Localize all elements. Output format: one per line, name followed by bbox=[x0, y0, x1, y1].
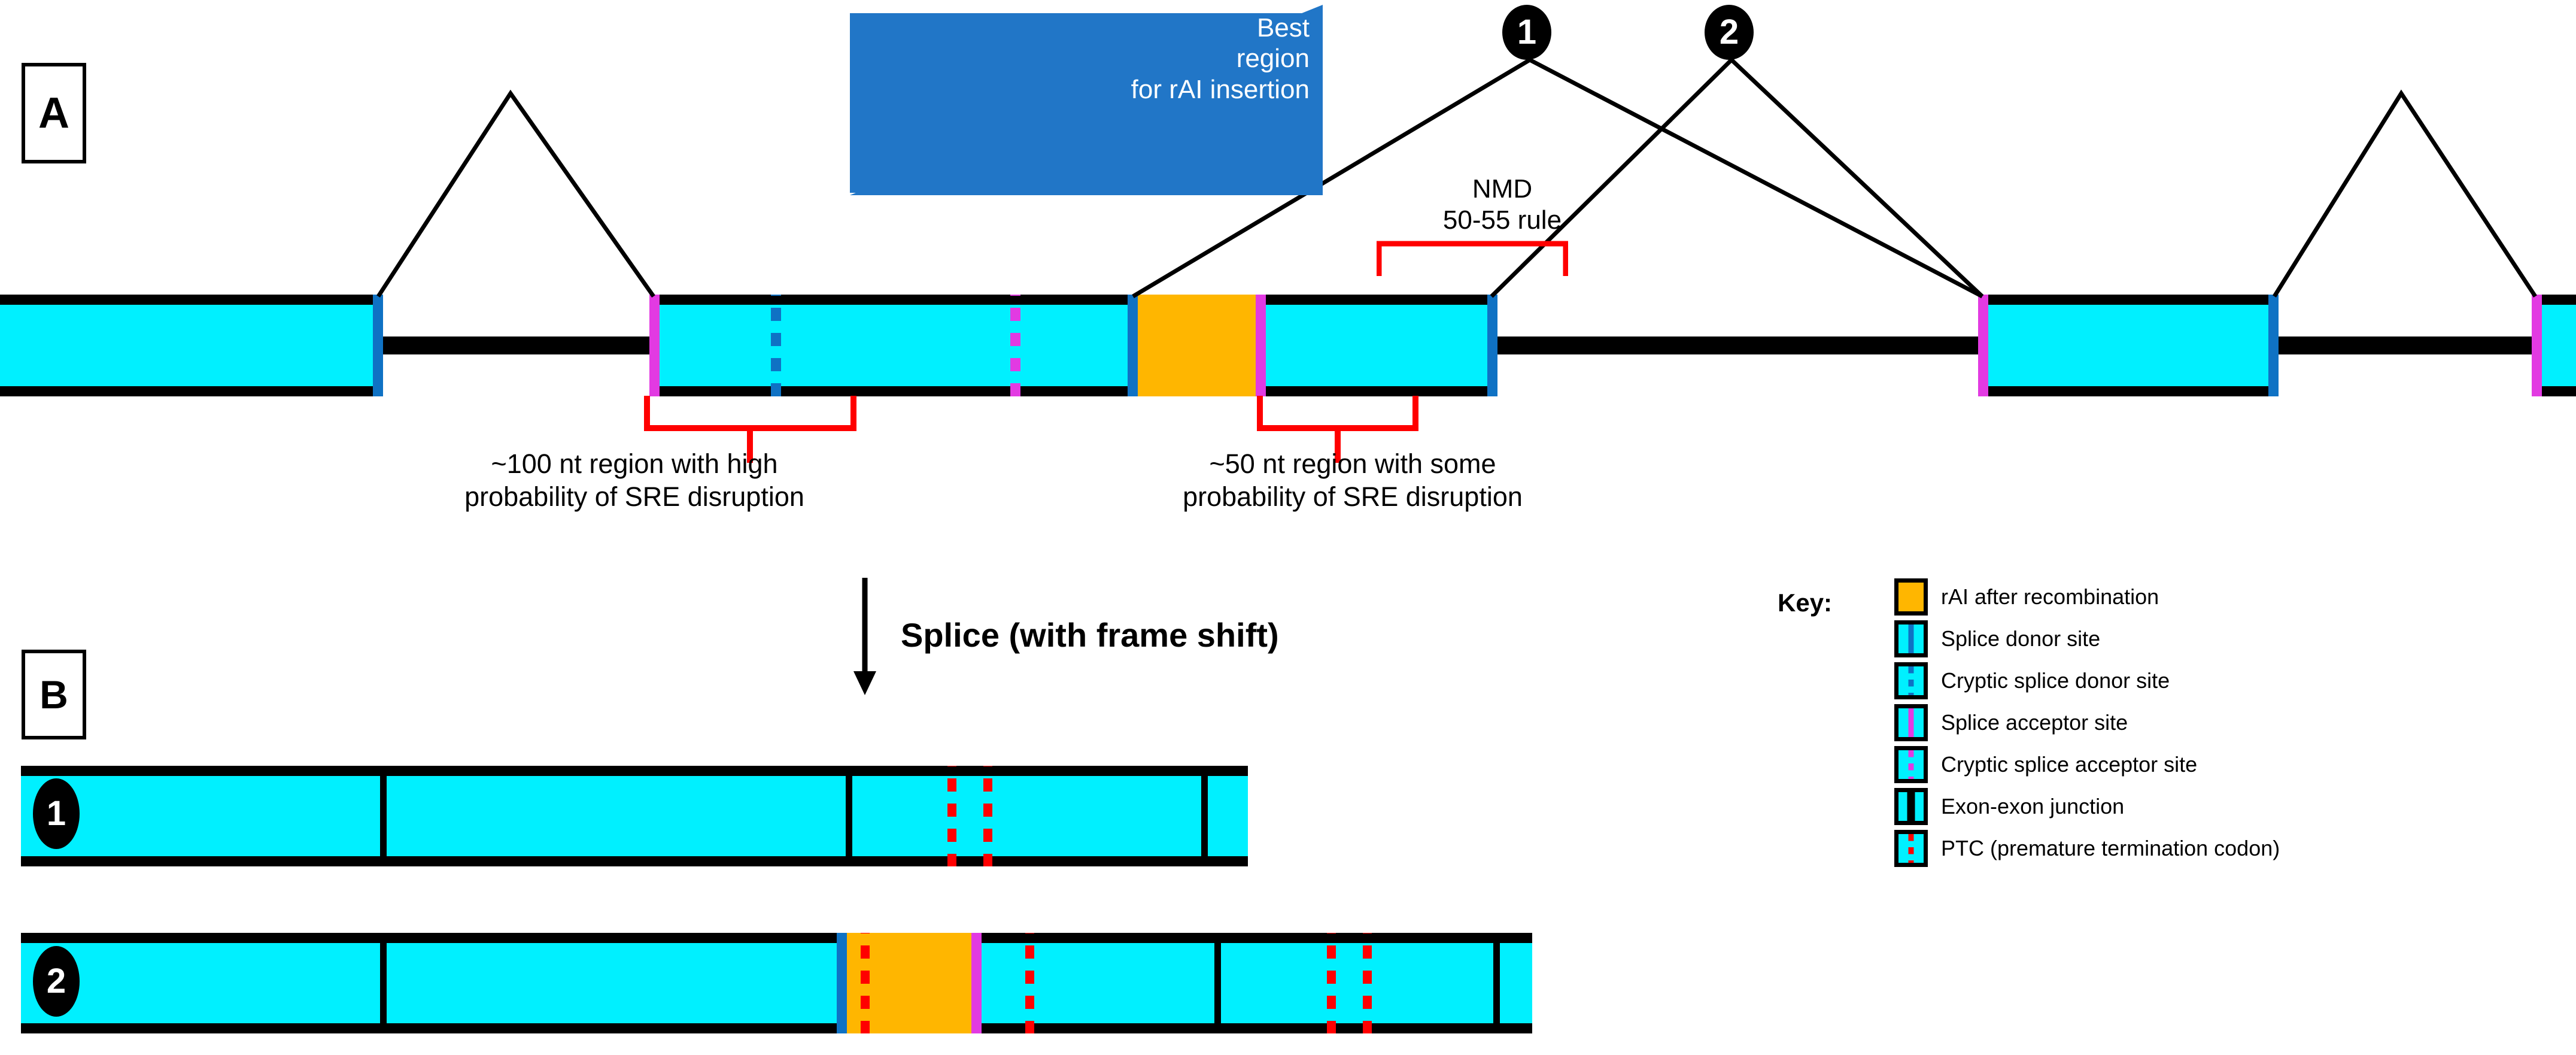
caption-50nt: ~50 nt region with some probability of S… bbox=[1053, 448, 1652, 514]
key-item-splice-donor-label: Splice donor site bbox=[1941, 626, 2101, 651]
exon-exon-junction-t2-b bbox=[1214, 933, 1221, 1033]
splice-label-text: Splice (with frame shift) bbox=[901, 616, 1279, 654]
ptc-marker-t1-left bbox=[947, 766, 956, 866]
ptc-marker-t2-pair-left bbox=[1327, 933, 1336, 1033]
badge-transcript-1-number: 1 bbox=[46, 794, 66, 833]
badge-splice-1: 1 bbox=[1502, 5, 1551, 60]
key-item-exon-junction: Exon-exon junction bbox=[1894, 788, 2571, 825]
badge-splice-2: 2 bbox=[1705, 5, 1754, 60]
key-item-exon-junction-label: Exon-exon junction bbox=[1941, 794, 2125, 818]
badge-transcript-1: 1 bbox=[33, 778, 80, 849]
badge-transcript-2-number: 2 bbox=[46, 962, 66, 1001]
caption-50nt-line-1: ~50 nt region with some bbox=[1209, 448, 1496, 479]
badge-1-number: 1 bbox=[1517, 13, 1537, 51]
ptc-marker-t2-in-rai bbox=[861, 933, 870, 1033]
splice-acceptor-t2 bbox=[971, 933, 982, 1033]
key-item-cryptic-acceptor-label: Cryptic splice acceptor site bbox=[1941, 752, 2198, 777]
splice-donor-t2 bbox=[837, 933, 847, 1033]
key-item-splice-acceptor: Splice acceptor site bbox=[1894, 704, 2571, 741]
splice-arrow-icon bbox=[853, 578, 876, 695]
ptc-marker-t2-after-rai bbox=[1025, 933, 1034, 1033]
key-item-ptc-label: PTC (premature termination codon) bbox=[1941, 836, 2280, 860]
ptc-marker-t2-pair-right bbox=[1363, 933, 1372, 1033]
badge-transcript-2: 2 bbox=[33, 946, 80, 1017]
transcript-2 bbox=[21, 933, 1532, 1033]
exon-exon-junction-t1-a bbox=[380, 766, 387, 866]
caption-50nt-line-2: probability of SRE disruption bbox=[1183, 481, 1523, 512]
nmd-line-2: 50-55 rule bbox=[1442, 205, 1562, 235]
key-item-ptc: PTC (premature termination codon) bbox=[1894, 830, 2571, 867]
key-item-splice-donor: Splice donor site bbox=[1894, 620, 2571, 657]
key-title: Key: bbox=[1778, 589, 1832, 617]
bracket-nmd-50-55 bbox=[1377, 241, 1568, 276]
key-item-cryptic-acceptor: Cryptic splice acceptor site bbox=[1894, 746, 2571, 783]
figure-canvas: A Best region for rAI insertion 1 2 NMD … bbox=[0, 0, 2576, 1055]
transcript-1 bbox=[21, 766, 1248, 866]
exon-exon-junction-t1-b bbox=[846, 766, 852, 866]
key-item-rai: rAI after recombination bbox=[1894, 578, 2571, 616]
key-item-splice-acceptor-label: Splice acceptor site bbox=[1941, 710, 2128, 735]
banner-line-3: for rAI insertion bbox=[1131, 74, 1310, 104]
caption-100nt: ~100 nt region with high probability of … bbox=[335, 448, 934, 514]
caption-100nt-line-2: probability of SRE disruption bbox=[464, 481, 804, 512]
ptc-marker-t1-right bbox=[983, 766, 992, 866]
black-line-swatch-icon bbox=[1894, 788, 1928, 825]
banner-line-1: Best bbox=[1256, 13, 1310, 43]
exon-exon-junction-t2-a bbox=[380, 933, 387, 1033]
panel-b-label-box: B bbox=[22, 650, 86, 739]
exon-exon-junction-t1-c bbox=[1201, 766, 1208, 866]
dashed-blue-line-swatch-icon bbox=[1894, 662, 1928, 699]
exon-exon-junction-t2-c bbox=[1493, 933, 1500, 1033]
key-title-text: Key: bbox=[1778, 589, 1833, 617]
panel-b-letter: B bbox=[40, 672, 68, 717]
key-item-rai-label: rAI after recombination bbox=[1941, 584, 2159, 609]
dashed-red-line-swatch-icon bbox=[1894, 830, 1928, 867]
nmd-rule-label: NMD 50-55 rule bbox=[1377, 174, 1628, 236]
splice-with-frame-shift-label: Splice (with frame shift) bbox=[901, 616, 1279, 654]
dashed-magenta-line-swatch-icon bbox=[1894, 746, 1928, 783]
best-region-banner-text: Best region for rAI insertion bbox=[850, 13, 1310, 193]
key-item-cryptic-donor: Cryptic splice donor site bbox=[1894, 662, 2571, 699]
nmd-line-1: NMD bbox=[1472, 174, 1533, 204]
solid-magenta-line-swatch-icon bbox=[1894, 704, 1928, 741]
badge-2-number: 2 bbox=[1719, 13, 1739, 51]
banner-line-2: region bbox=[1236, 44, 1310, 74]
caption-100nt-line-1: ~100 nt region with high bbox=[491, 448, 778, 479]
key-list: rAI after recombination Splice donor sit… bbox=[1894, 578, 2571, 867]
key-item-cryptic-donor-label: Cryptic splice donor site bbox=[1941, 668, 2170, 693]
solid-blue-line-swatch-icon bbox=[1894, 620, 1928, 657]
orange-box-swatch-icon bbox=[1894, 578, 1928, 616]
